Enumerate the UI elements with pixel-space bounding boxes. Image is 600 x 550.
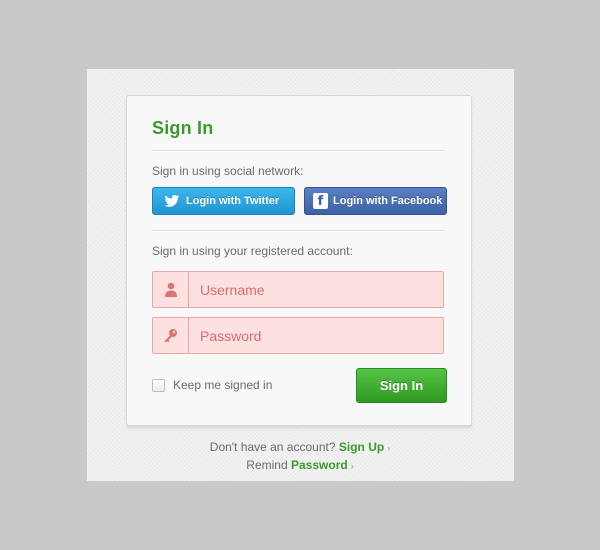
username-input[interactable] xyxy=(200,281,430,298)
sign-in-button[interactable]: Sign In xyxy=(356,368,447,403)
social-signin-label: Sign in using social network: xyxy=(152,164,304,178)
user-icon xyxy=(153,272,189,307)
keep-signed-in-checkbox[interactable] xyxy=(152,378,165,392)
account-signin-label: Sign in using your registered account: xyxy=(152,244,353,258)
sign-up-link[interactable]: Sign Up xyxy=(339,440,384,454)
chevron-right-icon: › xyxy=(387,443,391,453)
signin-card: Sign In Sign in using social network: Lo… xyxy=(126,95,472,426)
signup-prompt: Don't have an account? Sign Up › xyxy=(0,440,600,454)
page-title: Sign In xyxy=(152,118,214,138)
key-icon xyxy=(153,318,189,353)
no-account-text: Don't have an account? xyxy=(209,440,336,454)
login-facebook-button[interactable]: f Login with Facebook xyxy=(304,187,447,215)
twitter-bird-icon xyxy=(164,193,180,209)
facebook-f-icon: f xyxy=(313,193,328,209)
title-divider xyxy=(152,150,445,152)
social-divider xyxy=(152,230,445,232)
remind-password-link[interactable]: Password xyxy=(291,458,348,472)
remind-text: Remind xyxy=(246,458,288,472)
password-input[interactable] xyxy=(200,327,430,344)
twitter-button-label: Login with Twitter xyxy=(186,195,280,207)
login-twitter-button[interactable]: Login with Twitter xyxy=(152,187,295,215)
keep-signed-in-option[interactable]: Keep me signed in xyxy=(152,378,272,392)
remind-password-prompt: Remind Password › xyxy=(0,458,600,472)
keep-signed-in-label: Keep me signed in xyxy=(173,378,273,392)
password-field[interactable] xyxy=(152,317,444,354)
facebook-button-label: Login with Facebook xyxy=(333,195,443,207)
username-field[interactable] xyxy=(152,271,444,308)
chevron-right-icon: › xyxy=(350,461,354,471)
